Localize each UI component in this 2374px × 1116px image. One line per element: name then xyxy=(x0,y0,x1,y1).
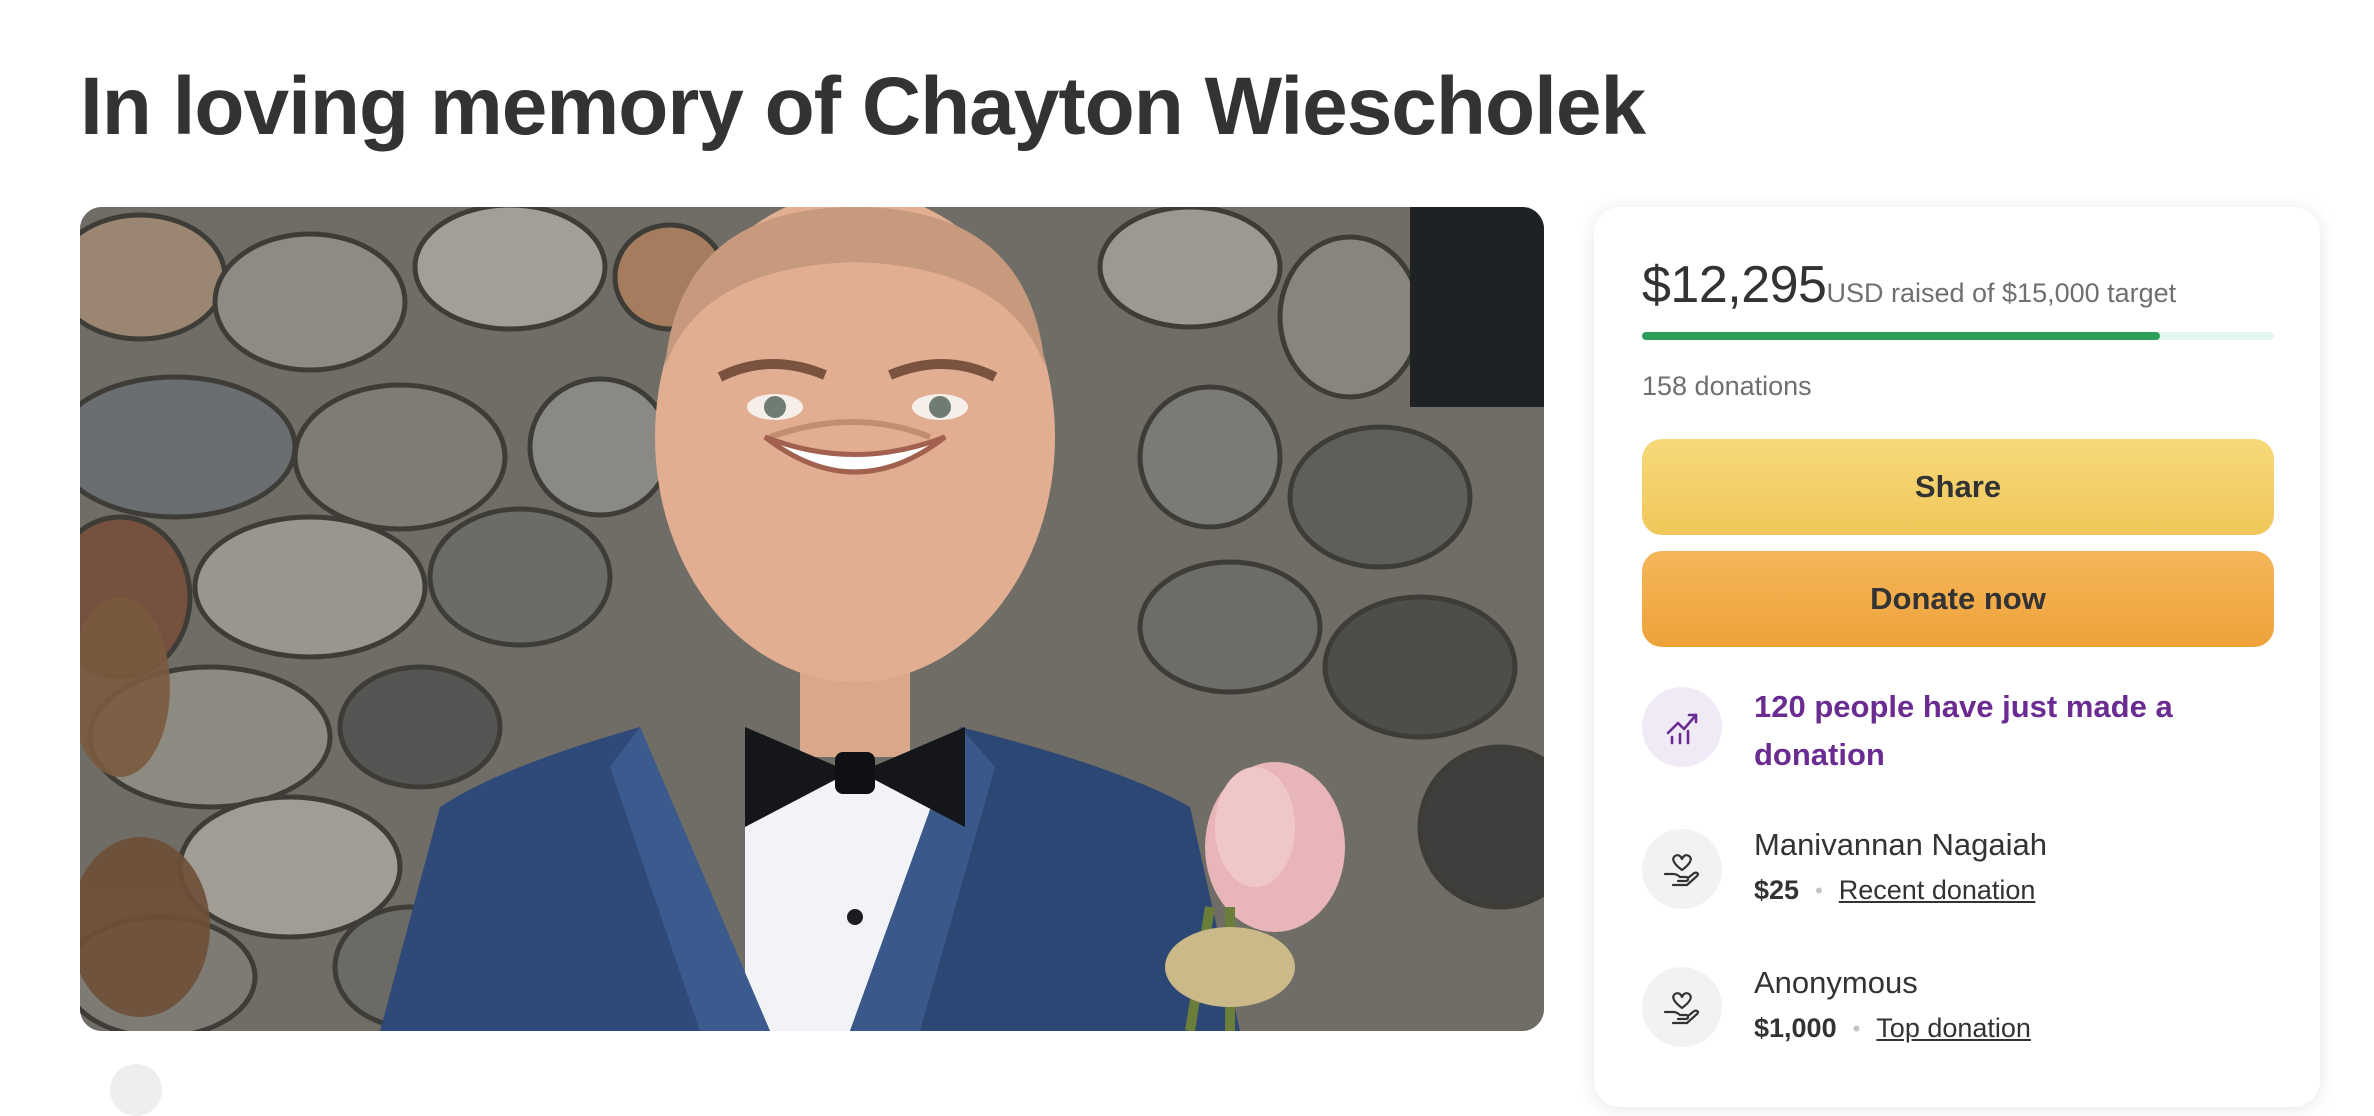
donor-name: Anonymous xyxy=(1754,965,1918,1000)
donor-row: Anonymous $1,000 • Top donation xyxy=(1642,965,2282,1057)
campaign-photo xyxy=(80,207,1544,1031)
donate-now-button[interactable]: Donate now xyxy=(1642,551,2274,647)
raised-amount: $12,295 xyxy=(1642,256,1827,314)
donor-name: Manivannan Nagaiah xyxy=(1754,827,2047,862)
raised-target: raised of $15,000 target xyxy=(1883,278,2177,308)
separator-dot: • xyxy=(1815,877,1823,903)
raised-currency: USD xyxy=(1826,278,1884,308)
heart-hand-icon xyxy=(1642,829,1722,909)
donor-amount: $25 xyxy=(1754,875,1800,905)
page-title: In loving memory of Chayton Wiescholek xyxy=(80,61,1646,152)
trend-row: 120 people have just made a donation xyxy=(1642,687,2282,797)
donation-count: 158 donations xyxy=(1642,371,1812,401)
progress-fill xyxy=(1642,332,2161,340)
organizer-avatar xyxy=(110,1064,162,1116)
separator-dot: • xyxy=(1852,1015,1861,1041)
donor-amount: $1,000 xyxy=(1754,1013,1837,1043)
trend-text: 120 people have just made a donation xyxy=(1754,689,2173,772)
trending-up-icon xyxy=(1642,687,1722,767)
donation-card: $12,295USD raised of $15,000 target 158 … xyxy=(1594,207,2320,1107)
top-donation-link[interactable]: Top donation xyxy=(1876,1013,2031,1044)
raised-summary: $12,295USD raised of $15,000 target xyxy=(1642,255,2176,315)
progress-bar xyxy=(1642,332,2274,340)
donor-row: Manivannan Nagaiah $25 • Recent donation xyxy=(1642,827,2282,919)
donor-meta: $1,000 • Top donation xyxy=(1754,1013,2031,1044)
heart-hand-icon xyxy=(1642,967,1722,1047)
recent-donation-link[interactable]: Recent donation xyxy=(1839,875,2036,906)
share-button[interactable]: Share xyxy=(1642,439,2274,535)
donor-meta: $25 • Recent donation xyxy=(1754,875,2035,906)
